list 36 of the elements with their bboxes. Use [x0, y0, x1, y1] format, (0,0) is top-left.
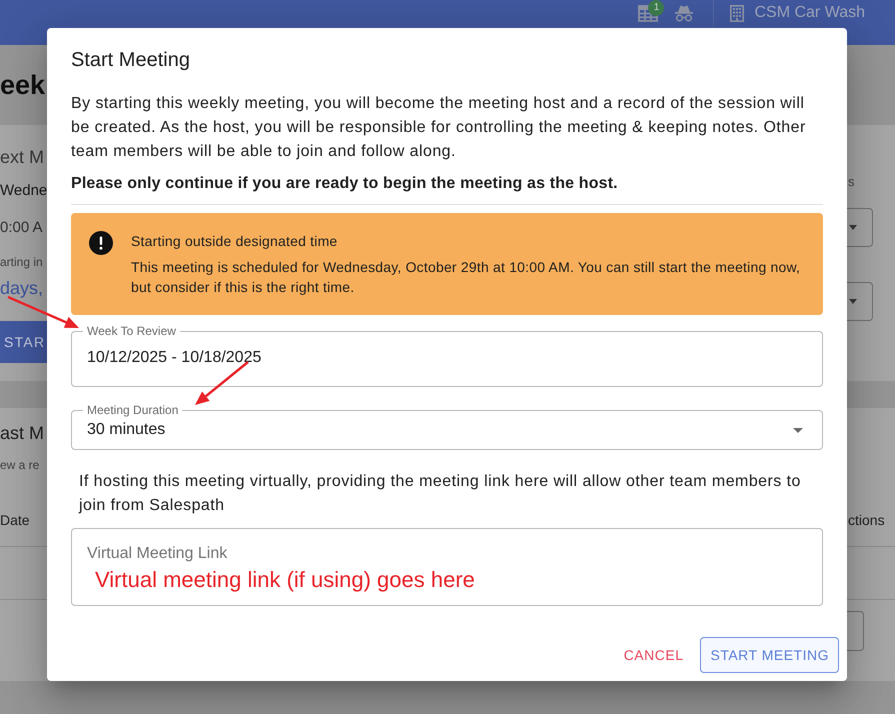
cancel-button[interactable]: CANCEL [614, 637, 692, 673]
dialog-description: By starting this weekly meeting, you will become the meeting host and a record of the session will be created. As the host, you will be responsible for controlling the meeting & keeping notes. Other team members will be able to join and follow along. [71, 94, 807, 162]
countdown-label: arting in [0, 254, 43, 270]
date-range-field[interactable]: Week To Review 10/12/2025 - 10/18/2025 [71, 323, 823, 387]
section-title: ast M [0, 422, 44, 445]
meeting-time: 0:00 A [0, 218, 43, 238]
section-title: ext M [0, 146, 44, 169]
field-value: 10/12/2025 - 10/18/2025 [87, 348, 262, 368]
start-button[interactable]: STAR [0, 321, 47, 363]
field-label: Meeting Duration [86, 402, 180, 418]
notification-badge: 1 [648, 0, 664, 16]
dropdown-label: s [847, 174, 854, 190]
annotation-arrow [195, 361, 249, 405]
alert-message: This meeting is scheduled for Wednesday, October 29th at 10:00 AM. You can still start the meeting now, but consider if this is the right time. [131, 258, 802, 297]
caret-icon [849, 299, 857, 304]
exclamation-icon [89, 231, 113, 255]
building-icon [730, 5, 744, 22]
column-header: Date [0, 511, 30, 530]
incognito-icon[interactable] [674, 4, 694, 22]
alert-title: Starting outside designated time [131, 232, 338, 251]
meeting-day: Wedne [0, 179, 48, 203]
dialog-title: Start Meeting [71, 48, 190, 73]
field-label: Week To Review [86, 323, 177, 339]
countdown-text: days, [0, 277, 44, 300]
caret-icon [849, 225, 857, 230]
page-heading: eek [0, 69, 46, 101]
organization-name[interactable]: CSM Car Wash [754, 1, 865, 25]
caret-icon [793, 428, 803, 432]
duration-select[interactable]: Meeting Duration 30 minutes [71, 402, 823, 450]
start-meeting-button[interactable]: START MEETING [700, 637, 839, 673]
select-value: 30 minutes [87, 420, 166, 440]
section-subtitle: ew a re [0, 457, 40, 473]
column-header: ctions [847, 511, 886, 530]
help-text: If hosting this meeting virtually, providing the meeting link here will allow other team members to join from Salespath [78, 472, 802, 516]
annotation-text: Virtual meeting link (if using) goes here [95, 567, 475, 593]
host-notice: Please only continue if you are ready to begin the meeting as the host. [71, 174, 619, 194]
